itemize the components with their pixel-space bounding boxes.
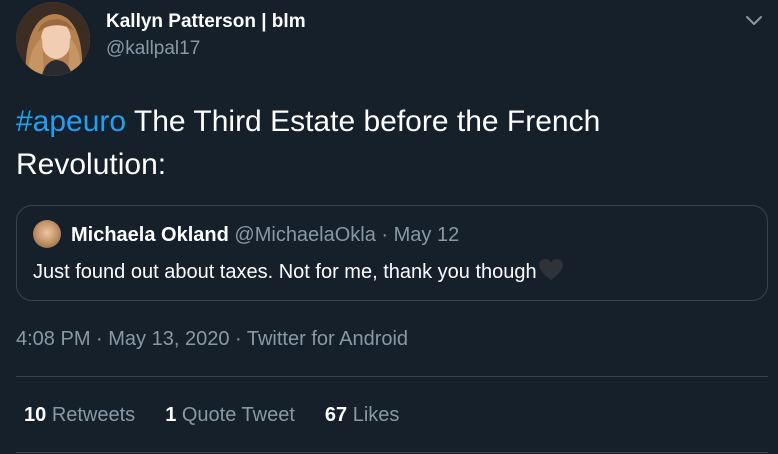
author-handle[interactable]: @kallpal17	[106, 36, 306, 62]
quoted-tweet-text-row: Just found out about taxes. Not for me, …	[33, 258, 564, 286]
hashtag-link[interactable]: #apeuro	[16, 105, 126, 138]
likes-label: Likes	[352, 404, 400, 426]
divider	[16, 452, 768, 453]
quote-tweets-label: Quote Tweet	[181, 404, 295, 426]
quoted-author-avatar	[33, 220, 61, 248]
retweets-stat[interactable]: 10 Retweets	[24, 402, 135, 428]
quoted-author-name: Michaela Okland	[71, 224, 229, 246]
black-heart-icon	[538, 258, 564, 282]
tweet-text: #apeuro The Third Estate before the Fren…	[16, 100, 756, 186]
divider	[16, 376, 768, 377]
quoted-tweet-card[interactable]: Michaela Okland @MichaelaOkla · May 12 J…	[16, 205, 768, 301]
likes-count: 67	[324, 404, 348, 426]
quote-tweets-count: 1	[165, 404, 177, 426]
chevron-down-icon[interactable]	[744, 10, 764, 30]
author-info: Kallyn Patterson | blm @kallpal17	[106, 10, 306, 62]
likes-stat[interactable]: 67 Likes	[325, 402, 400, 428]
quoted-tweet-header: Michaela Okland @MichaelaOkla · May 12	[71, 222, 459, 248]
retweets-count: 10	[24, 404, 47, 426]
author-avatar[interactable]	[16, 2, 90, 76]
quote-tweets-stat[interactable]: 1 Quote Tweet	[165, 402, 295, 428]
quoted-tweet-text: Just found out about taxes. Not for me, …	[33, 261, 537, 283]
tweet-timestamp[interactable]: 4:08 PM · May 13, 2020 · Twitter for And…	[16, 326, 408, 352]
retweets-label: Retweets	[51, 404, 136, 426]
author-display-name[interactable]: Kallyn Patterson | blm	[106, 10, 306, 34]
quoted-author-meta: @MichaelaOkla · May 12	[234, 224, 460, 246]
tweet-detail: Kallyn Patterson | blm @kallpal17 #apeur…	[0, 0, 778, 454]
tweet-stats: 10 Retweets 1 Quote Tweet 67 Likes	[24, 402, 399, 428]
